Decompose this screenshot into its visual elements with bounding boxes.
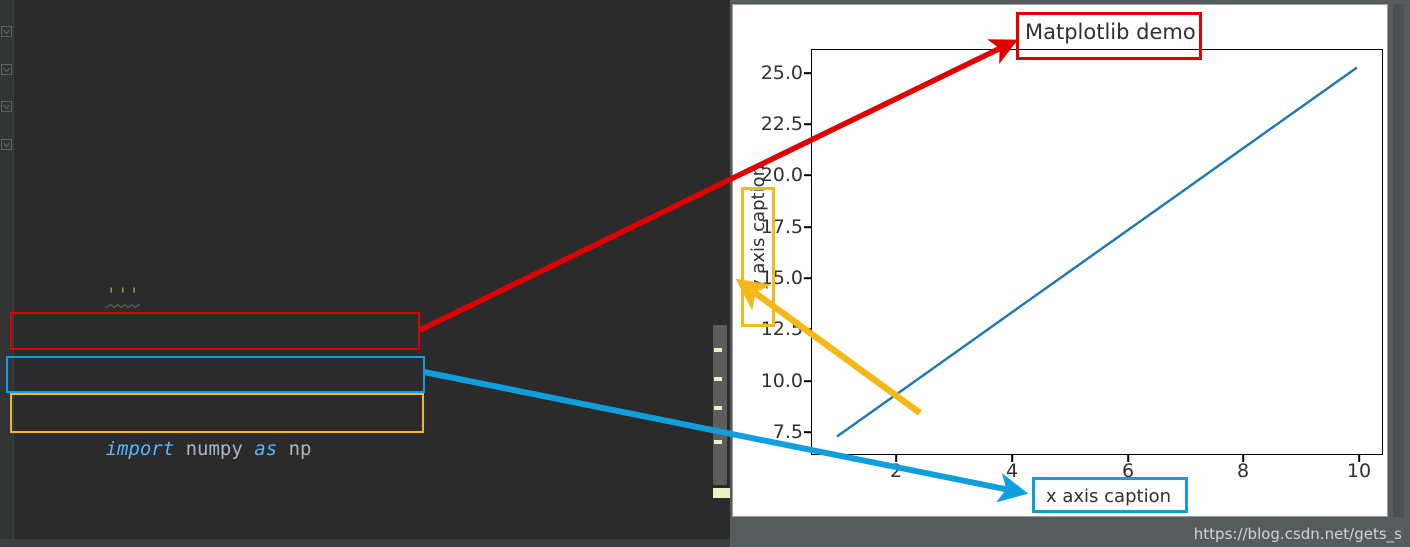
- screenshot-root: plt.show() ''' import numpy as np from m…: [0, 0, 1410, 547]
- editor-scrollbar[interactable]: [713, 0, 730, 547]
- ytick-label: 25.0: [760, 62, 803, 84]
- chart-xlabel-highlight-box: [1032, 477, 1188, 513]
- code-token-triple-quote: ''': [105, 283, 140, 306]
- code-token-numpy: numpy: [185, 438, 243, 460]
- code-fold-icon[interactable]: [1, 64, 12, 75]
- matplotlib-figure-window[interactable]: 25.0 22.5 20.0 17.5 15.0 12.5 10.0 7.5 2…: [730, 0, 1410, 547]
- code-fold-icon[interactable]: [1, 139, 12, 150]
- scrollbar-marker[interactable]: [714, 406, 722, 410]
- watermark-text: https://blog.csdn.net/gets_s: [1193, 525, 1402, 543]
- scrollbar-marker[interactable]: [714, 377, 722, 381]
- ytick-label: 22.5: [760, 113, 803, 135]
- ytick-mark: [804, 277, 811, 279]
- ytick-mark: [804, 123, 811, 125]
- code-editor-pane[interactable]: plt.show() ''' import numpy as np from m…: [0, 0, 730, 547]
- ytick-mark: [804, 72, 811, 74]
- figure-canvas[interactable]: 25.0 22.5 20.0 17.5 15.0 12.5 10.0 7.5 2…: [732, 4, 1388, 517]
- xtick-label: 8: [1236, 460, 1250, 482]
- chart-ylabel-highlight-box: [741, 187, 775, 327]
- code-fold-icon[interactable]: [1, 26, 12, 37]
- code-token-np: np: [288, 438, 312, 460]
- ytick-mark: [804, 431, 811, 433]
- scrollbar-marker[interactable]: [714, 440, 722, 444]
- ytick-mark: [804, 328, 811, 330]
- editor-horizontal-scrollbar[interactable]: [0, 539, 730, 547]
- xtick-label: 10: [1346, 460, 1372, 482]
- code-line[interactable]: import numpy as np: [14, 394, 714, 460]
- code-line[interactable]: ''': [14, 239, 714, 306]
- code-token-as: as: [254, 438, 278, 460]
- scrollbar-marker[interactable]: [714, 348, 722, 352]
- code-token-import: import: [105, 438, 175, 460]
- xtick-label: 4: [1005, 460, 1019, 482]
- code-line[interactable]: plt.show(): [14, 113, 714, 127]
- ytick-label: 7.5: [772, 421, 803, 443]
- figure-window-scrollbar[interactable]: [1393, 4, 1404, 517]
- code-fold-icon[interactable]: [1, 101, 12, 112]
- ytick-label: 10.0: [760, 370, 803, 392]
- ytick-mark: [804, 226, 811, 228]
- ytick-mark: [804, 174, 811, 176]
- code-text-area[interactable]: plt.show() ''' import numpy as np from m…: [14, 0, 714, 547]
- chart-title-highlight-box: [1016, 12, 1202, 60]
- scrollbar-marker-large[interactable]: [713, 488, 730, 498]
- editor-gutter[interactable]: [0, 0, 14, 547]
- xtick-label: 2: [889, 460, 903, 482]
- plot-axes-frame: [811, 49, 1383, 455]
- ytick-mark: [804, 380, 811, 382]
